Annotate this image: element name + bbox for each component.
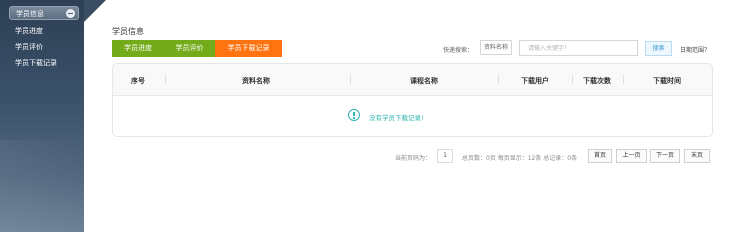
tab-student-evaluation[interactable]: 学员评价 <box>164 40 215 57</box>
column-header-index: 序号 <box>131 77 145 85</box>
column-separator <box>350 75 351 84</box>
column-header-download-time: 下载时间 <box>653 77 681 85</box>
sidebar-decoration <box>0 140 84 232</box>
search-button[interactable]: 搜索 <box>645 41 672 56</box>
search-label: 快速搜索： <box>443 47 474 54</box>
search-field-select[interactable]: 资料名称 <box>480 40 512 55</box>
column-header-course-name: 课程名称 <box>410 77 438 85</box>
column-separator <box>498 75 499 84</box>
page-title: 学员信息 <box>112 27 144 36</box>
pagination-current-page: 1 <box>437 149 453 163</box>
info-icon <box>348 109 360 121</box>
sidebar-header[interactable]: 学员信息 <box>9 6 79 20</box>
next-page-button[interactable]: 下一页 <box>650 149 680 163</box>
sidebar-fold-decoration <box>84 0 106 22</box>
download-records-table: 序号 资料名称 课程名称 下载用户 下载次数 下载时间 没有学员下载记录! <box>112 63 713 137</box>
sidebar: 学员信息 学员进度 学员评价 学员下载记录 <box>0 0 84 232</box>
column-header-material-name: 资料名称 <box>242 77 270 85</box>
empty-state-message: 没有学员下载记录! <box>369 114 424 122</box>
sidebar-header-label: 学员信息 <box>16 10 44 18</box>
sidebar-item-progress[interactable]: 学员进度 <box>15 26 43 36</box>
sidebar-item-download-records[interactable]: 学员下载记录 <box>15 58 57 68</box>
pagination-summary: 总页数：0页 每页显示：12条 总记录：0条 <box>462 155 578 162</box>
column-separator <box>623 75 624 84</box>
first-page-button[interactable]: 首页 <box>588 149 612 163</box>
date-range-help-link[interactable]: 日期范围？ <box>680 45 710 54</box>
pagination-current-label: 当前页码为： <box>395 155 432 162</box>
sidebar-item-evaluation[interactable]: 学员评价 <box>15 42 43 52</box>
column-header-download-user: 下载用户 <box>521 77 549 85</box>
column-separator <box>165 75 166 84</box>
tab-student-progress[interactable]: 学员进度 <box>112 40 164 57</box>
previous-page-button[interactable]: 上一页 <box>616 149 647 163</box>
collapse-icon[interactable] <box>66 9 75 18</box>
last-page-button[interactable]: 末页 <box>684 149 710 163</box>
tab-student-download-records[interactable]: 学员下载记录 <box>215 40 282 57</box>
table-header: 序号 资料名称 课程名称 下载用户 下载次数 下载时间 <box>113 64 712 96</box>
column-separator <box>572 75 573 84</box>
column-header-download-count: 下载次数 <box>583 77 611 85</box>
search-input[interactable] <box>519 40 638 56</box>
